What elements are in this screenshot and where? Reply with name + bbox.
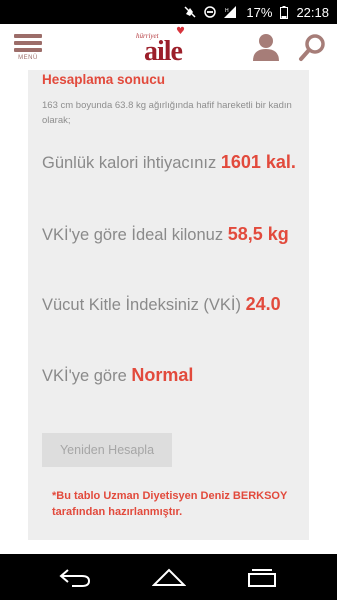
clock: 22:18	[296, 4, 329, 20]
source-note: *Bu tablo Uzman Diyetisyen Deniz BERKSOY…	[52, 490, 288, 518]
calorie-value: 1601 kal.	[220, 152, 296, 172]
svg-text:H: H	[225, 8, 229, 14]
battery-icon	[280, 5, 289, 19]
ideal-weight-label: VKİ'ye göre İdeal kilonuz	[42, 226, 228, 244]
calorie-result: Günlük kalori ihtiyacınız 1601 kal.	[42, 150, 297, 175]
back-icon	[59, 569, 91, 587]
home-icon	[151, 568, 187, 586]
ideal-weight-result: VKİ'ye göre İdeal kilonuz 58,5 kg	[42, 222, 297, 247]
bmi-value: 24.0	[245, 294, 281, 314]
menu-icon-bar	[14, 34, 42, 38]
battery-text: 17%	[246, 4, 273, 20]
result-card: Hesaplama sonucu 163 cm boyunda 63.8 kg …	[28, 70, 309, 540]
bmi-category-value: Normal	[131, 365, 194, 385]
recent-apps-button[interactable]	[245, 566, 279, 588]
menu-icon-bar	[14, 48, 42, 52]
search-button[interactable]	[298, 32, 328, 62]
signal-icon: H	[224, 6, 238, 18]
dnd-icon	[204, 6, 217, 18]
recalculate-button[interactable]: Yeniden Hesapla	[42, 433, 172, 467]
logo-main-text: aile	[144, 36, 183, 67]
search-icon	[299, 34, 325, 61]
navigation-bar	[0, 554, 337, 600]
content-area: Hesaplama sonucu 163 cm boyunda 63.8 kg …	[0, 70, 337, 554]
user-button[interactable]	[252, 32, 280, 62]
back-button[interactable]	[58, 566, 92, 588]
menu-button[interactable]: MENÜ	[12, 32, 44, 64]
ideal-weight-value: 58,5 kg	[227, 224, 289, 244]
calorie-label: Günlük kalori ihtiyacınız	[42, 154, 221, 172]
bmi-label: Vücut Kitle İndeksiniz (VKİ)	[42, 296, 246, 314]
hurriyet-aile-logo[interactable]: hürriyet ♥ aile	[132, 26, 212, 67]
result-title: Hesaplama sonucu	[42, 72, 166, 87]
recent-apps-icon	[248, 569, 276, 587]
app-header: MENÜ hürriyet ♥ aile	[0, 24, 337, 71]
user-icon	[253, 34, 279, 61]
menu-icon-bar	[14, 41, 42, 45]
menu-label: MENÜ	[18, 55, 38, 61]
bmi-category-label: VKİ'ye göre	[42, 367, 132, 385]
status-bar: H 17% 22:18	[0, 0, 337, 24]
result-description: 163 cm boyunda 63.8 kg ağırlığında hafif…	[42, 100, 292, 126]
home-button[interactable]	[151, 566, 187, 588]
mute-icon	[184, 6, 196, 18]
bmi-result: Vücut Kitle İndeksiniz (VKİ) 24.0	[42, 292, 297, 317]
bmi-category-result: VKİ'ye göre Normal	[42, 363, 297, 388]
